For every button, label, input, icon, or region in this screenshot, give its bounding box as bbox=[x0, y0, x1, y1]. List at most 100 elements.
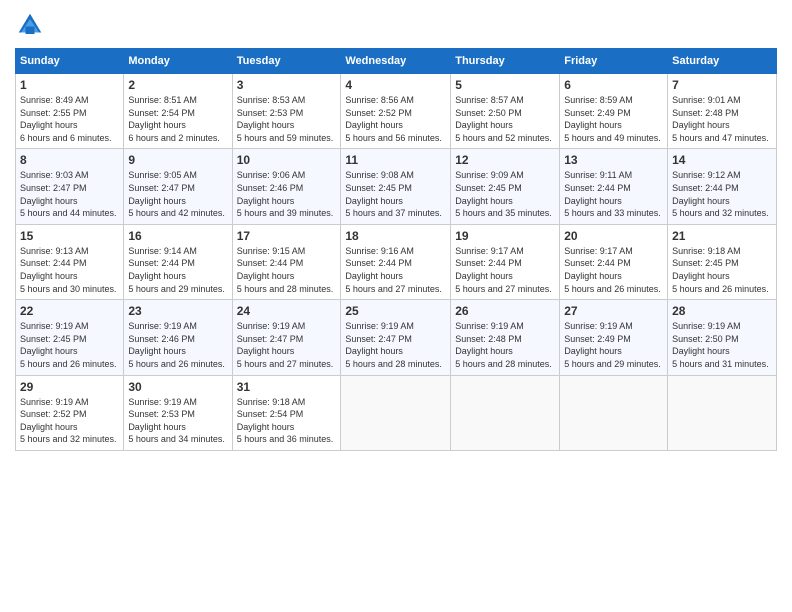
day-number: 27 bbox=[564, 304, 663, 318]
calendar-cell: 12 Sunrise: 9:09 AM Sunset: 2:45 PM Dayl… bbox=[451, 149, 560, 224]
day-number: 13 bbox=[564, 153, 663, 167]
day-info: Sunrise: 9:12 AM Sunset: 2:44 PM Dayligh… bbox=[672, 169, 772, 219]
calendar-cell: 6 Sunrise: 8:59 AM Sunset: 2:49 PM Dayli… bbox=[560, 74, 668, 149]
day-number: 1 bbox=[20, 78, 119, 92]
calendar-cell: 31 Sunrise: 9:18 AM Sunset: 2:54 PM Dayl… bbox=[232, 375, 341, 450]
weekday-header: Friday bbox=[560, 49, 668, 74]
day-number: 26 bbox=[455, 304, 555, 318]
day-info: Sunrise: 8:56 AM Sunset: 2:52 PM Dayligh… bbox=[345, 94, 446, 144]
calendar-cell bbox=[560, 375, 668, 450]
calendar-week-row: 22 Sunrise: 9:19 AM Sunset: 2:45 PM Dayl… bbox=[16, 300, 777, 375]
calendar-cell: 1 Sunrise: 8:49 AM Sunset: 2:55 PM Dayli… bbox=[16, 74, 124, 149]
day-number: 24 bbox=[237, 304, 337, 318]
calendar-cell: 17 Sunrise: 9:15 AM Sunset: 2:44 PM Dayl… bbox=[232, 224, 341, 299]
day-number: 2 bbox=[128, 78, 227, 92]
day-number: 28 bbox=[672, 304, 772, 318]
calendar-week-row: 29 Sunrise: 9:19 AM Sunset: 2:52 PM Dayl… bbox=[16, 375, 777, 450]
weekday-header: Thursday bbox=[451, 49, 560, 74]
day-number: 15 bbox=[20, 229, 119, 243]
weekday-header: Saturday bbox=[668, 49, 777, 74]
day-number: 18 bbox=[345, 229, 446, 243]
calendar-cell: 18 Sunrise: 9:16 AM Sunset: 2:44 PM Dayl… bbox=[341, 224, 451, 299]
day-info: Sunrise: 8:57 AM Sunset: 2:50 PM Dayligh… bbox=[455, 94, 555, 144]
day-info: Sunrise: 9:05 AM Sunset: 2:47 PM Dayligh… bbox=[128, 169, 227, 219]
calendar-cell: 19 Sunrise: 9:17 AM Sunset: 2:44 PM Dayl… bbox=[451, 224, 560, 299]
calendar-header-row: SundayMondayTuesdayWednesdayThursdayFrid… bbox=[16, 49, 777, 74]
weekday-header: Tuesday bbox=[232, 49, 341, 74]
day-number: 8 bbox=[20, 153, 119, 167]
weekday-header: Monday bbox=[124, 49, 232, 74]
calendar-cell: 15 Sunrise: 9:13 AM Sunset: 2:44 PM Dayl… bbox=[16, 224, 124, 299]
day-info: Sunrise: 9:11 AM Sunset: 2:44 PM Dayligh… bbox=[564, 169, 663, 219]
day-info: Sunrise: 9:19 AM Sunset: 2:50 PM Dayligh… bbox=[672, 320, 772, 370]
calendar-cell: 22 Sunrise: 9:19 AM Sunset: 2:45 PM Dayl… bbox=[16, 300, 124, 375]
calendar-cell: 9 Sunrise: 9:05 AM Sunset: 2:47 PM Dayli… bbox=[124, 149, 232, 224]
day-number: 25 bbox=[345, 304, 446, 318]
day-number: 17 bbox=[237, 229, 337, 243]
day-info: Sunrise: 9:19 AM Sunset: 2:53 PM Dayligh… bbox=[128, 396, 227, 446]
calendar-week-row: 8 Sunrise: 9:03 AM Sunset: 2:47 PM Dayli… bbox=[16, 149, 777, 224]
day-number: 9 bbox=[128, 153, 227, 167]
calendar-cell: 29 Sunrise: 9:19 AM Sunset: 2:52 PM Dayl… bbox=[16, 375, 124, 450]
calendar-cell: 30 Sunrise: 9:19 AM Sunset: 2:53 PM Dayl… bbox=[124, 375, 232, 450]
calendar-cell: 11 Sunrise: 9:08 AM Sunset: 2:45 PM Dayl… bbox=[341, 149, 451, 224]
day-number: 14 bbox=[672, 153, 772, 167]
calendar-cell: 7 Sunrise: 9:01 AM Sunset: 2:48 PM Dayli… bbox=[668, 74, 777, 149]
day-info: Sunrise: 8:49 AM Sunset: 2:55 PM Dayligh… bbox=[20, 94, 119, 144]
day-info: Sunrise: 9:19 AM Sunset: 2:46 PM Dayligh… bbox=[128, 320, 227, 370]
day-number: 21 bbox=[672, 229, 772, 243]
calendar-cell: 21 Sunrise: 9:18 AM Sunset: 2:45 PM Dayl… bbox=[668, 224, 777, 299]
calendar-cell: 25 Sunrise: 9:19 AM Sunset: 2:47 PM Dayl… bbox=[341, 300, 451, 375]
day-number: 10 bbox=[237, 153, 337, 167]
day-info: Sunrise: 9:15 AM Sunset: 2:44 PM Dayligh… bbox=[237, 245, 337, 295]
day-number: 12 bbox=[455, 153, 555, 167]
calendar-cell: 28 Sunrise: 9:19 AM Sunset: 2:50 PM Dayl… bbox=[668, 300, 777, 375]
day-info: Sunrise: 8:51 AM Sunset: 2:54 PM Dayligh… bbox=[128, 94, 227, 144]
day-number: 5 bbox=[455, 78, 555, 92]
day-number: 31 bbox=[237, 380, 337, 394]
day-info: Sunrise: 9:19 AM Sunset: 2:47 PM Dayligh… bbox=[345, 320, 446, 370]
day-info: Sunrise: 8:53 AM Sunset: 2:53 PM Dayligh… bbox=[237, 94, 337, 144]
day-number: 6 bbox=[564, 78, 663, 92]
logo-icon bbox=[15, 10, 45, 40]
day-info: Sunrise: 8:59 AM Sunset: 2:49 PM Dayligh… bbox=[564, 94, 663, 144]
day-info: Sunrise: 9:19 AM Sunset: 2:47 PM Dayligh… bbox=[237, 320, 337, 370]
day-number: 30 bbox=[128, 380, 227, 394]
weekday-header: Sunday bbox=[16, 49, 124, 74]
calendar-cell: 16 Sunrise: 9:14 AM Sunset: 2:44 PM Dayl… bbox=[124, 224, 232, 299]
calendar-cell: 27 Sunrise: 9:19 AM Sunset: 2:49 PM Dayl… bbox=[560, 300, 668, 375]
calendar-cell: 26 Sunrise: 9:19 AM Sunset: 2:48 PM Dayl… bbox=[451, 300, 560, 375]
day-number: 19 bbox=[455, 229, 555, 243]
day-info: Sunrise: 9:14 AM Sunset: 2:44 PM Dayligh… bbox=[128, 245, 227, 295]
calendar-cell: 13 Sunrise: 9:11 AM Sunset: 2:44 PM Dayl… bbox=[560, 149, 668, 224]
calendar-cell: 20 Sunrise: 9:17 AM Sunset: 2:44 PM Dayl… bbox=[560, 224, 668, 299]
calendar-cell: 3 Sunrise: 8:53 AM Sunset: 2:53 PM Dayli… bbox=[232, 74, 341, 149]
day-info: Sunrise: 9:18 AM Sunset: 2:45 PM Dayligh… bbox=[672, 245, 772, 295]
calendar-week-row: 1 Sunrise: 8:49 AM Sunset: 2:55 PM Dayli… bbox=[16, 74, 777, 149]
day-info: Sunrise: 9:19 AM Sunset: 2:45 PM Dayligh… bbox=[20, 320, 119, 370]
calendar-table: SundayMondayTuesdayWednesdayThursdayFrid… bbox=[15, 48, 777, 451]
page-container: SundayMondayTuesdayWednesdayThursdayFrid… bbox=[0, 0, 792, 461]
calendar-cell bbox=[668, 375, 777, 450]
day-info: Sunrise: 9:03 AM Sunset: 2:47 PM Dayligh… bbox=[20, 169, 119, 219]
day-info: Sunrise: 9:16 AM Sunset: 2:44 PM Dayligh… bbox=[345, 245, 446, 295]
calendar-cell: 10 Sunrise: 9:06 AM Sunset: 2:46 PM Dayl… bbox=[232, 149, 341, 224]
calendar-cell bbox=[451, 375, 560, 450]
page-header bbox=[15, 10, 777, 40]
day-number: 23 bbox=[128, 304, 227, 318]
day-number: 29 bbox=[20, 380, 119, 394]
calendar-cell: 24 Sunrise: 9:19 AM Sunset: 2:47 PM Dayl… bbox=[232, 300, 341, 375]
day-info: Sunrise: 9:19 AM Sunset: 2:49 PM Dayligh… bbox=[564, 320, 663, 370]
logo bbox=[15, 10, 49, 40]
day-number: 22 bbox=[20, 304, 119, 318]
day-info: Sunrise: 9:19 AM Sunset: 2:52 PM Dayligh… bbox=[20, 396, 119, 446]
day-number: 11 bbox=[345, 153, 446, 167]
day-number: 3 bbox=[237, 78, 337, 92]
day-number: 4 bbox=[345, 78, 446, 92]
calendar-cell bbox=[341, 375, 451, 450]
calendar-cell: 5 Sunrise: 8:57 AM Sunset: 2:50 PM Dayli… bbox=[451, 74, 560, 149]
day-number: 7 bbox=[672, 78, 772, 92]
calendar-cell: 8 Sunrise: 9:03 AM Sunset: 2:47 PM Dayli… bbox=[16, 149, 124, 224]
day-info: Sunrise: 9:18 AM Sunset: 2:54 PM Dayligh… bbox=[237, 396, 337, 446]
day-info: Sunrise: 9:09 AM Sunset: 2:45 PM Dayligh… bbox=[455, 169, 555, 219]
